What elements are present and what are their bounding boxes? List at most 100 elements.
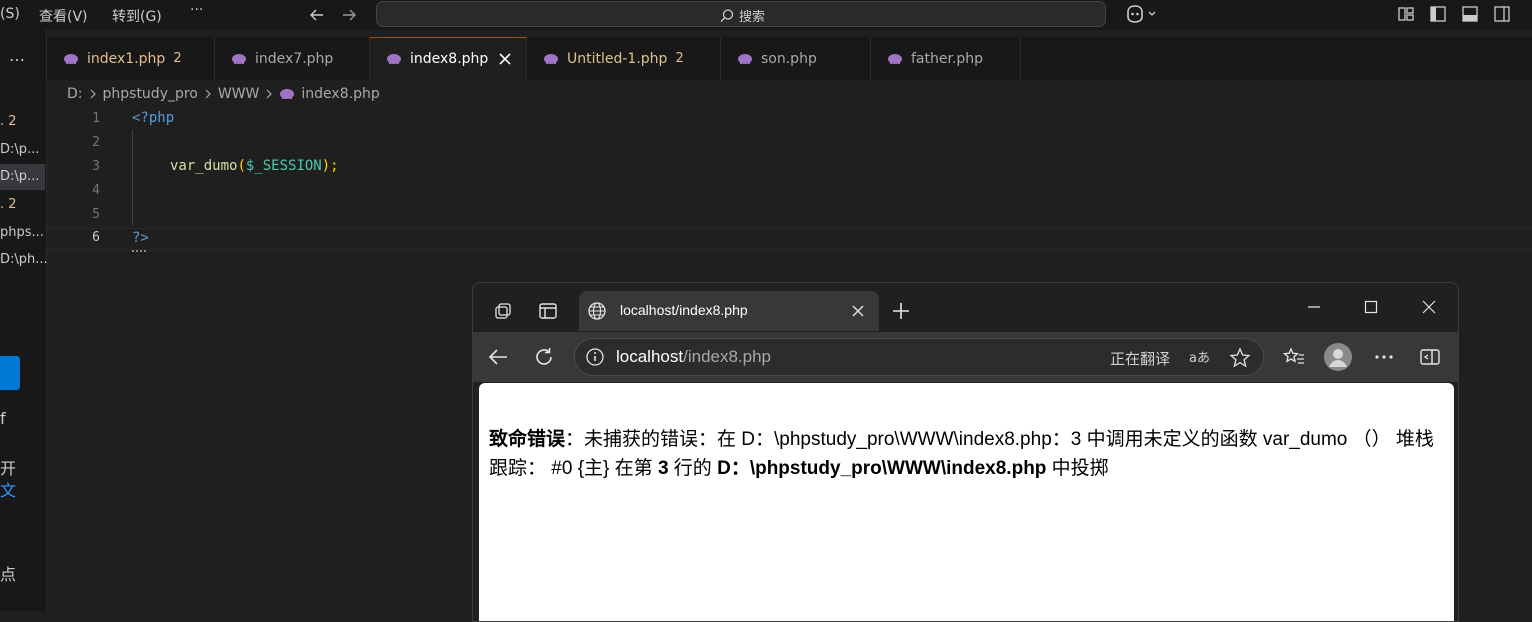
toggle-primary-sidebar-icon[interactable] <box>1429 5 1447 23</box>
profile-avatar-icon[interactable] <box>1323 342 1353 372</box>
sidebar-more-button[interactable]: … <box>9 46 25 65</box>
tab-label: father.php <box>911 50 984 67</box>
tab-label: index8.php <box>410 51 489 67</box>
maximize-icon[interactable] <box>1364 300 1378 314</box>
tab-label: son.php <box>761 50 817 67</box>
php-file-icon <box>64 53 78 64</box>
address-bar[interactable]: localhost/index8.php 正在翻译 aあ <box>574 338 1264 376</box>
error-line-number: 3 <box>657 458 669 479</box>
php-file-icon <box>232 53 246 64</box>
tab-label: Untitled-1.php <box>567 50 668 67</box>
more-options-icon[interactable] <box>1373 346 1395 368</box>
open-editor-item-selected[interactable]: D:\p... <box>0 169 39 184</box>
workspaces-icon[interactable] <box>493 301 513 321</box>
tab-father[interactable]: father.php <box>871 37 1021 80</box>
line-number: 2 <box>92 135 100 150</box>
php-file-icon <box>888 53 902 64</box>
chevron-right-icon <box>205 89 211 99</box>
command-center-search[interactable]: 搜索 <box>376 1 1106 27</box>
menu-selection[interactable]: (S) <box>0 6 20 22</box>
tab-index7[interactable]: index7.php <box>215 37 370 80</box>
menu-go[interactable]: 转到(G) <box>112 6 162 26</box>
address-text: localhost/index8.php <box>616 347 771 367</box>
paren: ( <box>237 158 246 174</box>
breadcrumb-folder[interactable]: WWW <box>218 86 260 102</box>
favorites-icon[interactable] <box>1283 346 1305 368</box>
open-editor-item[interactable]: phps... <box>0 225 44 240</box>
breadcrumb-drive[interactable]: D: <box>67 86 83 102</box>
open-editor-item[interactable]: D:\p... <box>0 142 39 157</box>
translate-icon[interactable]: aあ <box>1188 347 1210 367</box>
php-file-icon <box>280 89 295 99</box>
site-info-icon[interactable] <box>585 347 605 367</box>
back-arrow-icon[interactable] <box>308 6 326 24</box>
refresh-icon[interactable] <box>533 346 555 368</box>
line-number-current: 6 <box>92 230 100 245</box>
browser-tab-active[interactable]: localhost/index8.php <box>579 291 879 331</box>
toggle-secondary-sidebar-icon[interactable] <box>1493 5 1511 23</box>
menu-more[interactable]: ··· <box>190 2 203 18</box>
globe-icon <box>588 302 606 320</box>
line-number: 4 <box>92 183 100 198</box>
breadcrumb: D: phpstudy_pro WWW index8.php <box>67 86 380 102</box>
php-file-icon <box>738 53 752 64</box>
translate-status[interactable]: 正在翻译 <box>1110 348 1170 369</box>
php-close-tag: ?> <box>132 230 149 246</box>
window-close-icon[interactable] <box>1422 300 1436 314</box>
error-text: 中投掷 <box>1046 458 1109 479</box>
page-content: 致命错误：未捕获的错误：在 D：\phpstudy_pro\WWW\index8… <box>479 383 1454 621</box>
chevron-right-icon <box>90 89 96 99</box>
browser-back-icon[interactable] <box>487 346 509 368</box>
menu-view[interactable]: 查看(V) <box>39 6 88 26</box>
code-line-1[interactable]: <?php <box>132 110 174 126</box>
php-file-icon <box>387 54 401 64</box>
search-icon <box>720 8 734 22</box>
error-label: 致命错误 <box>489 429 566 450</box>
problem-count: . 2 <box>0 114 17 129</box>
function-name: var_dumo <box>170 158 238 174</box>
customize-layout-icon[interactable] <box>1397 5 1415 23</box>
close-icon[interactable] <box>498 52 512 66</box>
line-number: 3 <box>92 159 100 174</box>
sidebar-link-fragment[interactable]: 文 <box>0 477 16 501</box>
code-line-3[interactable]: var_dumo($_SESSION); <box>170 158 339 174</box>
primary-button[interactable] <box>0 356 20 390</box>
php-open-tag: <?php <box>132 110 175 126</box>
minimize-icon[interactable] <box>1307 300 1321 314</box>
forward-arrow-icon[interactable] <box>340 6 358 24</box>
sidebar-toggle-icon[interactable] <box>1419 346 1441 368</box>
open-editor-item[interactable]: D:\ph... <box>0 252 48 267</box>
browser-tab-title: localhost/index8.php <box>620 302 748 318</box>
line-number: 1 <box>92 111 100 126</box>
search-placeholder: 搜索 <box>739 10 766 25</box>
copilot-icon[interactable] <box>1124 4 1158 24</box>
tab-label: index1.php <box>87 50 166 67</box>
browser-toolbar: localhost/index8.php 正在翻译 aあ <box>473 332 1458 382</box>
tab-actions-icon[interactable] <box>538 301 558 321</box>
new-tab-icon[interactable] <box>891 301 911 321</box>
error-file-path: D：\phpstudy_pro\WWW\index8.php <box>717 458 1047 479</box>
problem-badge: 2 <box>675 51 684 66</box>
chevron-right-icon <box>266 89 273 99</box>
variable: $_SESSION <box>245 158 322 174</box>
breadcrumb-folder[interactable]: phpstudy_pro <box>103 86 198 102</box>
problem-badge: 2 <box>173 51 182 66</box>
tab-son[interactable]: son.php <box>721 37 871 80</box>
breadcrumb-file[interactable]: index8.php <box>301 86 379 102</box>
tab-label: index7.php <box>255 50 334 67</box>
line-number: 5 <box>92 207 100 222</box>
tab-index8[interactable]: index8.php <box>370 37 527 80</box>
current-line-highlight <box>47 228 1532 250</box>
error-text: 行的 <box>668 458 718 479</box>
toggle-panel-icon[interactable] <box>1461 5 1479 23</box>
hint-dots <box>132 247 146 252</box>
close-tab-icon[interactable] <box>852 305 864 317</box>
tab-index1[interactable]: index1.php 2 <box>47 37 215 80</box>
sidebar-text-fragment: 开 <box>0 459 17 478</box>
tab-untitled-1[interactable]: Untitled-1.php 2 <box>527 37 721 80</box>
php-file-icon <box>544 53 558 64</box>
sidebar-text-fragment: f <box>0 409 6 428</box>
indent-guide <box>132 130 133 226</box>
code-line-6[interactable]: ?> <box>132 230 149 246</box>
favorite-star-icon[interactable] <box>1229 347 1251 369</box>
